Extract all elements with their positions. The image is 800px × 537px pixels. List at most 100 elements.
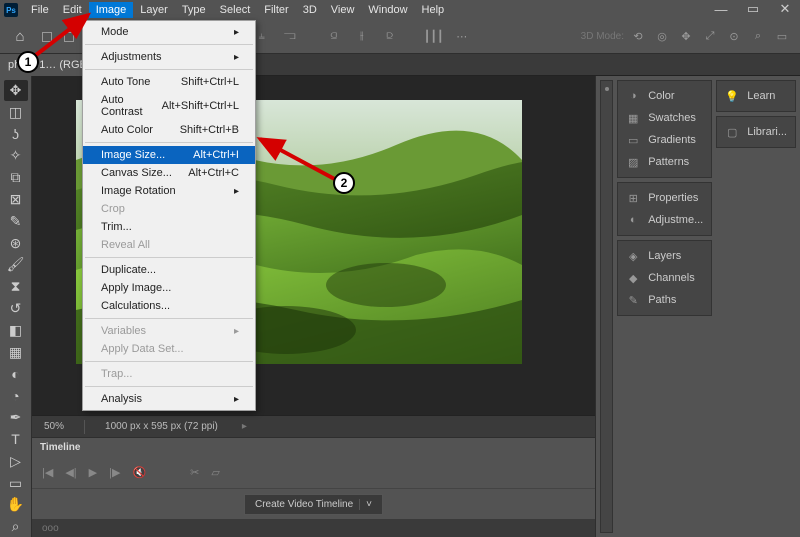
- menu-layer[interactable]: Layer: [133, 2, 175, 18]
- panel-gradients[interactable]: ▭Gradients: [618, 129, 711, 151]
- panel-strip-a[interactable]: [600, 80, 613, 533]
- menu-3d[interactable]: 3D: [296, 2, 324, 18]
- history-brush-tool[interactable]: ↺: [4, 298, 28, 319]
- menuitem-adjustments[interactable]: Adjustments: [83, 48, 255, 66]
- timeline-prev-frame[interactable]: ◀|: [65, 466, 76, 479]
- panel-adjustments[interactable]: ◐Adjustme...: [618, 209, 711, 231]
- gradient-tool[interactable]: ▦: [4, 342, 28, 363]
- panel-channels[interactable]: ◆Channels: [618, 267, 711, 289]
- menu-help[interactable]: Help: [415, 2, 452, 18]
- brush-tool[interactable]: 🖌: [4, 255, 28, 276]
- magic-wand-tool[interactable]: ✧: [4, 145, 28, 166]
- layers-icon: ◈: [626, 249, 640, 263]
- menuitem-analysis[interactable]: Analysis: [83, 390, 255, 408]
- timeline-play[interactable]: ▶: [89, 466, 97, 479]
- status-bar: 50% 1000 px x 595 px (72 ppi) ▸: [32, 415, 595, 437]
- panel-swatches[interactable]: ▦Swatches: [618, 107, 711, 129]
- align-right-icon[interactable]: ⫎: [280, 27, 300, 47]
- menu-edit[interactable]: Edit: [56, 2, 89, 18]
- timeline-mute-icon[interactable]: 🔇: [132, 466, 146, 479]
- panel-learn[interactable]: 💡Learn: [717, 85, 795, 107]
- create-video-timeline-button[interactable]: Create Video Timeline ˅: [244, 494, 383, 515]
- panel-patterns[interactable]: ▨Patterns: [618, 151, 711, 173]
- transform-checkbox[interactable]: [64, 32, 74, 42]
- pen-tool[interactable]: ✒: [4, 407, 28, 428]
- rectangle-tool[interactable]: ▭: [4, 473, 28, 494]
- menuitem-mode[interactable]: Mode: [83, 23, 255, 41]
- timeline-first-frame[interactable]: |◀: [42, 466, 53, 479]
- search-icon[interactable]: ⌕: [748, 27, 768, 47]
- panel-color[interactable]: ◑Color: [618, 85, 711, 107]
- zoom-tool[interactable]: ⌕: [4, 516, 28, 537]
- align-top-icon[interactable]: ⫑: [324, 27, 344, 47]
- 3d-orbit-icon[interactable]: ⟲: [628, 27, 648, 47]
- frame-tool[interactable]: ⊠: [4, 189, 28, 210]
- 3d-slide-icon[interactable]: ⤢: [700, 27, 720, 47]
- menu-select[interactable]: Select: [213, 2, 258, 18]
- auto-select-checkbox[interactable]: [42, 32, 52, 42]
- chevron-down-icon[interactable]: ˅: [359, 499, 372, 510]
- menu-view[interactable]: View: [324, 2, 362, 18]
- menu-filter[interactable]: Filter: [257, 2, 295, 18]
- panel-properties[interactable]: ⊞Properties: [618, 187, 711, 209]
- eraser-tool[interactable]: ◧: [4, 320, 28, 341]
- panel-layers[interactable]: ◈Layers: [618, 245, 711, 267]
- submenu-arrow-icon: [234, 51, 239, 63]
- menuitem-image-rotation[interactable]: Image Rotation: [83, 182, 255, 200]
- color-icon: ◑: [626, 89, 640, 103]
- panel-libraries[interactable]: ▢Librari...: [717, 121, 795, 143]
- menuitem-auto-color[interactable]: Auto ColorShift+Ctrl+B: [83, 121, 255, 139]
- marquee-tool[interactable]: ◫: [4, 102, 28, 123]
- menuitem-canvas-size[interactable]: Canvas Size...Alt+Ctrl+C: [83, 164, 255, 182]
- clone-stamp-tool[interactable]: ⧗: [4, 276, 28, 297]
- channels-icon: ◆: [626, 271, 640, 285]
- menu-separator: [85, 361, 253, 362]
- lasso-tool[interactable]: ʖ: [4, 124, 28, 145]
- menuitem-duplicate[interactable]: Duplicate...: [83, 261, 255, 279]
- move-tool[interactable]: ✥: [4, 80, 28, 101]
- timeline-tab[interactable]: Timeline: [32, 438, 595, 457]
- menuitem-auto-contrast[interactable]: Auto ContrastAlt+Shift+Ctrl+L: [83, 91, 255, 121]
- menuitem-reveal-all: Reveal All: [83, 236, 255, 254]
- menuitem-auto-tone[interactable]: Auto ToneShift+Ctrl+L: [83, 73, 255, 91]
- menuitem-image-size[interactable]: Image Size...Alt+Ctrl+I: [83, 146, 255, 164]
- zoom-level[interactable]: 50%: [44, 421, 64, 432]
- timeline-next-frame[interactable]: |▶: [109, 466, 120, 479]
- share-icon[interactable]: ▭: [772, 27, 792, 47]
- timeline-transition-icon[interactable]: ▱: [211, 466, 219, 479]
- 3d-zoom-icon[interactable]: ⊙: [724, 27, 744, 47]
- dodge-tool[interactable]: ◔: [4, 385, 28, 406]
- path-selection-tool[interactable]: ▷: [4, 451, 28, 472]
- menu-type[interactable]: Type: [175, 2, 213, 18]
- menuitem-calculations[interactable]: Calculations...: [83, 297, 255, 315]
- 3d-pan-icon[interactable]: ✥: [676, 27, 696, 47]
- home-button[interactable]: ⌂: [6, 25, 34, 49]
- blur-tool[interactable]: ◐: [4, 364, 28, 385]
- menuitem-apply-image[interactable]: Apply Image...: [83, 279, 255, 297]
- 3d-roll-icon[interactable]: ◎: [652, 27, 672, 47]
- close-button[interactable]: ✕: [778, 2, 792, 16]
- align-bottom-icon[interactable]: ⫒: [380, 27, 400, 47]
- healing-brush-tool[interactable]: ⊛: [4, 233, 28, 254]
- menuitem-trim[interactable]: Trim...: [83, 218, 255, 236]
- maximize-button[interactable]: ▭: [746, 2, 760, 16]
- menu-file[interactable]: File: [24, 2, 56, 18]
- menu-image[interactable]: Image: [89, 2, 134, 18]
- panel-paths[interactable]: ✎Paths: [618, 289, 711, 311]
- crop-tool[interactable]: ⧉: [4, 167, 28, 188]
- minimize-button[interactable]: —: [714, 2, 728, 16]
- timeline-split-icon[interactable]: ✂: [190, 466, 199, 479]
- hand-tool[interactable]: ✋: [4, 494, 28, 515]
- type-tool[interactable]: T: [4, 429, 28, 450]
- menu-window[interactable]: Window: [361, 2, 414, 18]
- distribute-icon[interactable]: ┃┃┃: [424, 27, 444, 47]
- menu-separator: [85, 318, 253, 319]
- properties-icon: ⊞: [626, 191, 640, 205]
- align-center-v-icon[interactable]: ⫲: [352, 27, 372, 47]
- timeline-frames-icon[interactable]: ooo: [42, 523, 59, 534]
- more-icon[interactable]: ⋯: [452, 27, 472, 47]
- doc-info-chevron-icon[interactable]: ▸: [242, 421, 247, 432]
- document-info[interactable]: 1000 px x 595 px (72 ppi): [105, 421, 218, 432]
- swatches-icon: ▦: [626, 111, 640, 125]
- eyedropper-tool[interactable]: ✎: [4, 211, 28, 232]
